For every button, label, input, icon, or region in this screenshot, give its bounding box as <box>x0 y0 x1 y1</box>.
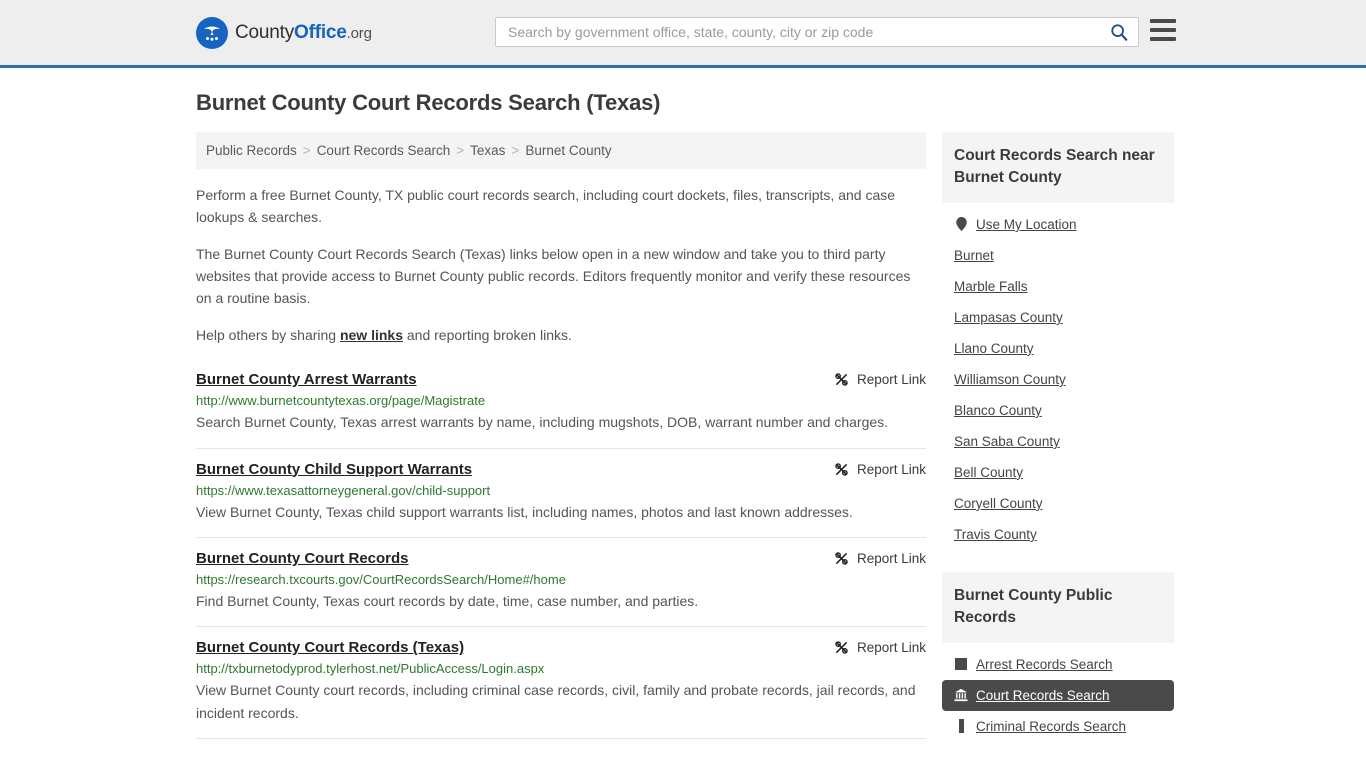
main-content: Public Records > Court Records Search > … <box>196 132 926 740</box>
site-header: CountyOffice.org <box>0 0 1366 68</box>
result-item: Burnet County Arrest Warrants Report Lin… <box>196 365 926 449</box>
search-bar[interactable] <box>495 17 1139 47</box>
nearby-searches-list: Use My Location Burnet Marble Falls Lamp… <box>942 203 1174 550</box>
results-list: Burnet County Arrest Warrants Report Lin… <box>196 365 926 740</box>
report-link-button[interactable]: Report Link <box>834 371 926 387</box>
broken-link-icon <box>834 462 849 477</box>
sidebar-link-label[interactable]: Criminal Records Search <box>976 719 1126 734</box>
sidebar-item-marble-falls[interactable]: Marble Falls <box>942 271 1174 302</box>
report-link-label: Report Link <box>856 640 926 656</box>
result-url: http://www.burnetcountytexas.org/page/Ma… <box>196 393 486 409</box>
sidebar-item-use-my-location[interactable]: Use My Location <box>942 209 1174 240</box>
sidebar-item-san-saba-county[interactable]: San Saba County <box>942 426 1174 457</box>
breadcrumb-separator: > <box>302 143 311 158</box>
brand-part-county: County <box>235 21 295 43</box>
brand-wordmark: CountyOffice.org <box>235 22 372 44</box>
report-link-label: Report Link <box>856 372 926 388</box>
sidebar-link-label[interactable]: Use My Location <box>976 217 1077 232</box>
sidebar: Court Records Search near Burnet County … <box>942 132 1174 764</box>
share-suffix: and reporting broken links. <box>403 327 572 344</box>
sidebar-item-burnet[interactable]: Burnet <box>942 240 1174 271</box>
public-records-heading: Burnet County Public Records <box>942 571 1174 643</box>
public-records-box: Burnet County Public Records Arrest Reco… <box>942 571 1174 742</box>
sidebar-link-label[interactable]: Travis County <box>954 527 1037 542</box>
sidebar-item-court-records-search[interactable]: Court Records Search <box>942 679 1174 711</box>
sidebar-link-label[interactable]: Court Records Search <box>976 688 1110 703</box>
result-title-link[interactable]: Burnet County Child Support Warrants <box>196 461 472 478</box>
sidebar-item-lampasas-county[interactable]: Lampasas County <box>942 302 1174 333</box>
result-title-link[interactable]: Burnet County Arrest Warrants <box>196 371 417 388</box>
sidebar-item-arrest-records-search[interactable]: Arrest Records Search <box>942 649 1174 680</box>
result-description: View Burnet County court records, includ… <box>196 682 916 721</box>
result-description: Find Burnet County, Texas court records … <box>196 592 699 609</box>
sidebar-link-label[interactable]: Llano County <box>954 341 1034 356</box>
sidebar-item-williamson-county[interactable]: Williamson County <box>942 364 1174 395</box>
sidebar-link-label[interactable]: Bell County <box>954 465 1023 480</box>
nearby-searches-heading: Court Records Search near Burnet County <box>942 132 1174 203</box>
brand-part-tld: .org <box>346 24 372 42</box>
hamburger-menu-icon[interactable] <box>1150 19 1176 41</box>
result-url: https://research.txcourts.gov/CourtRecor… <box>196 571 566 587</box>
intro-paragraph-2: The Burnet County Court Records Search (… <box>196 246 911 306</box>
new-links-link[interactable]: new links <box>340 327 403 343</box>
sidebar-item-bell-county[interactable]: Bell County <box>942 457 1174 488</box>
nearby-searches-box: Court Records Search near Burnet County … <box>942 132 1174 550</box>
result-title-link[interactable]: Burnet County Court Records (Texas) <box>196 639 464 656</box>
site-logo[interactable]: CountyOffice.org <box>196 16 372 49</box>
hamburger-bar <box>1150 19 1176 23</box>
hamburger-bar <box>1150 37 1176 41</box>
map-pin-icon <box>954 217 968 232</box>
result-title-link[interactable]: Burnet County Court Records <box>196 550 409 567</box>
result-item: Burnet County Child Support Warrants Rep… <box>196 449 926 538</box>
breadcrumb-item-texas[interactable]: Texas <box>470 143 505 158</box>
page-body: Burnet County Court Records Search (Texa… <box>0 90 1366 764</box>
result-url: https://www.texasattorneygeneral.gov/chi… <box>196 482 491 498</box>
sidebar-item-blanco-county[interactable]: Blanco County <box>942 395 1174 426</box>
sidebar-link-label[interactable]: Williamson County <box>954 372 1066 387</box>
page-title: Burnet County Court Records Search (Texa… <box>196 90 661 115</box>
sidebar-link-label[interactable]: Coryell County <box>954 496 1043 511</box>
result-description: View Burnet County, Texas child support … <box>196 503 853 520</box>
report-link-button[interactable]: Report Link <box>834 461 926 477</box>
breadcrumb-item-burnet-county[interactable]: Burnet County <box>525 143 611 158</box>
courthouse-icon <box>954 688 968 702</box>
sidebar-item-llano-county[interactable]: Llano County <box>942 333 1174 364</box>
broken-link-icon <box>834 551 849 566</box>
square-icon <box>954 657 968 671</box>
sidebar-item-criminal-records-search[interactable]: Criminal Records Search <box>942 711 1174 742</box>
report-link-button[interactable]: Report Link <box>834 550 926 566</box>
sidebar-link-label[interactable]: Marble Falls <box>954 279 1028 294</box>
breadcrumb-item-court-records-search[interactable]: Court Records Search <box>317 143 451 158</box>
sidebar-link-label[interactable]: San Saba County <box>954 434 1060 449</box>
share-prefix: Help others by sharing <box>196 327 340 344</box>
breadcrumb-separator: > <box>511 143 520 158</box>
brand-part-office: Office <box>294 21 347 43</box>
breadcrumb: Public Records > Court Records Search > … <box>196 132 926 169</box>
report-link-button[interactable]: Report Link <box>834 639 926 655</box>
hamburger-bar <box>1150 28 1176 32</box>
sidebar-link-label[interactable]: Lampasas County <box>954 310 1063 325</box>
broken-link-icon <box>834 372 849 387</box>
breadcrumb-item-public-records[interactable]: Public Records <box>206 143 297 158</box>
broken-link-icon <box>834 640 849 655</box>
search-input[interactable] <box>506 19 1108 45</box>
search-icon[interactable] <box>1108 23 1130 41</box>
sidebar-link-label[interactable]: Burnet <box>954 248 994 263</box>
sidebar-link-label[interactable]: Blanco County <box>954 403 1042 418</box>
result-item: Burnet County Court Records Report Link <box>196 538 926 628</box>
eagle-shield-icon <box>196 16 228 49</box>
result-url: http://txburnetodyprod.tylerhost.net/Pub… <box>196 661 545 677</box>
public-records-list: Arrest Records Search Court Records Sear… <box>942 643 1174 742</box>
result-item: Burnet County Court Records (Texas) Repo… <box>196 627 926 740</box>
report-link-label: Report Link <box>856 550 926 566</box>
share-links-paragraph: Help others by sharing new links and rep… <box>196 325 926 347</box>
report-link-label: Report Link <box>856 461 926 477</box>
bar-icon <box>954 719 968 734</box>
sidebar-item-travis-county[interactable]: Travis County <box>942 519 1174 550</box>
sidebar-link-label[interactable]: Arrest Records Search <box>976 657 1113 672</box>
intro-paragraph-1: Perform a free Burnet County, TX public … <box>196 187 896 225</box>
result-description: Search Burnet County, Texas arrest warra… <box>196 414 889 431</box>
sidebar-item-coryell-county[interactable]: Coryell County <box>942 488 1174 519</box>
breadcrumb-separator: > <box>456 143 465 158</box>
